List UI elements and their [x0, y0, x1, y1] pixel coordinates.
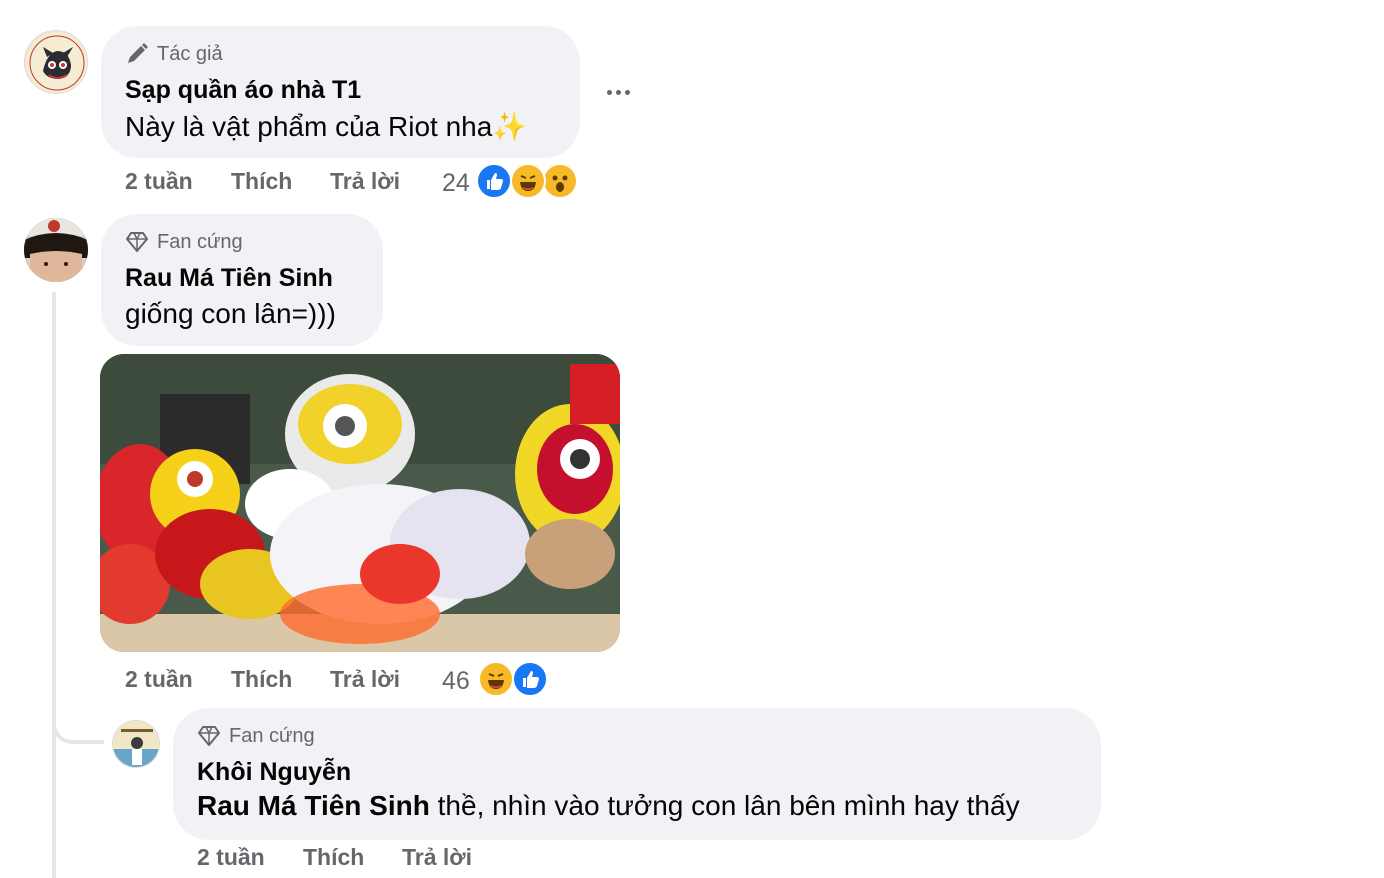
reaction-count[interactable]: 46 — [442, 667, 470, 696]
dot-icon — [606, 89, 612, 95]
comment-text: Này là vật phẩm của Riot nha✨ — [125, 110, 527, 143]
reply-button[interactable]: Trả lời — [402, 844, 472, 871]
comment-text-body: Này là vật phẩm của Riot nha — [125, 111, 493, 142]
user-photo — [113, 721, 159, 767]
comment-text-body: thề, nhìn vào tưởng con lân bên mình hay… — [429, 790, 1020, 821]
comment-bubble: Fan cứng Rau Má Tiên Sinh giống con lân=… — [101, 214, 383, 346]
user-photo — [24, 218, 88, 282]
diamond-icon — [126, 232, 148, 252]
fan-badge: Fan cứng — [125, 230, 243, 254]
reaction-count[interactable]: 24 — [442, 169, 470, 198]
fan-badge: Fan cứng — [197, 724, 315, 748]
comment-actions: 2 tuần Thích Trả lời — [197, 844, 517, 874]
like-button[interactable]: Thích — [231, 168, 292, 195]
reply-button[interactable]: Trả lời — [330, 666, 400, 693]
author-badge: Tác giả — [125, 42, 223, 66]
page-logo-icon — [26, 32, 87, 93]
reply-button[interactable]: Trả lời — [330, 168, 400, 195]
comment-bubble: Fan cứng Khôi Nguyễn Rau Má Tiên Sinh th… — [173, 708, 1101, 840]
badge-label: Fan cứng — [229, 724, 315, 747]
sparkles-icon: ✨ — [492, 111, 528, 142]
pen-icon — [128, 43, 148, 63]
dot-icon — [624, 89, 630, 95]
haha-icon — [510, 163, 546, 199]
comment-text: Rau Má Tiên Sinh thề, nhìn vào tưởng con… — [197, 790, 1020, 822]
timestamp-link[interactable]: 2 tuần — [125, 666, 193, 693]
haha-icon — [478, 661, 514, 697]
reactions-summary[interactable] — [478, 661, 554, 701]
like-icon — [512, 661, 548, 697]
more-options-button[interactable] — [600, 76, 636, 108]
wow-icon — [542, 163, 578, 199]
like-icon — [476, 163, 512, 199]
dot-icon — [615, 89, 621, 95]
avatar[interactable] — [24, 30, 88, 94]
reactions-summary[interactable] — [476, 163, 586, 203]
author-name[interactable]: Rau Má Tiên Sinh — [125, 264, 333, 293]
mention-link[interactable]: Rau Má Tiên Sinh — [197, 790, 430, 821]
like-button[interactable]: Thích — [303, 844, 364, 871]
lion-dance-photo — [100, 354, 620, 652]
avatar[interactable] — [112, 720, 160, 768]
thread-branch — [52, 700, 104, 744]
comment-text: giống con lân=))) — [125, 298, 336, 329]
diamond-icon — [198, 726, 220, 746]
timestamp-link[interactable]: 2 tuần — [197, 844, 265, 871]
badge-label: Fan cứng — [157, 230, 243, 253]
comment-photo[interactable] — [100, 354, 620, 652]
badge-label: Tác giả — [157, 42, 223, 65]
avatar[interactable] — [24, 218, 88, 282]
author-name[interactable]: Sạp quần áo nhà T1 — [125, 76, 361, 105]
thread-line — [52, 292, 56, 878]
comment-bubble: Tác giả Sạp quần áo nhà T1 Này là vật ph… — [101, 26, 580, 158]
timestamp-link[interactable]: 2 tuần — [125, 168, 193, 195]
like-button[interactable]: Thích — [231, 666, 292, 693]
author-name[interactable]: Khôi Nguyễn — [197, 758, 351, 787]
